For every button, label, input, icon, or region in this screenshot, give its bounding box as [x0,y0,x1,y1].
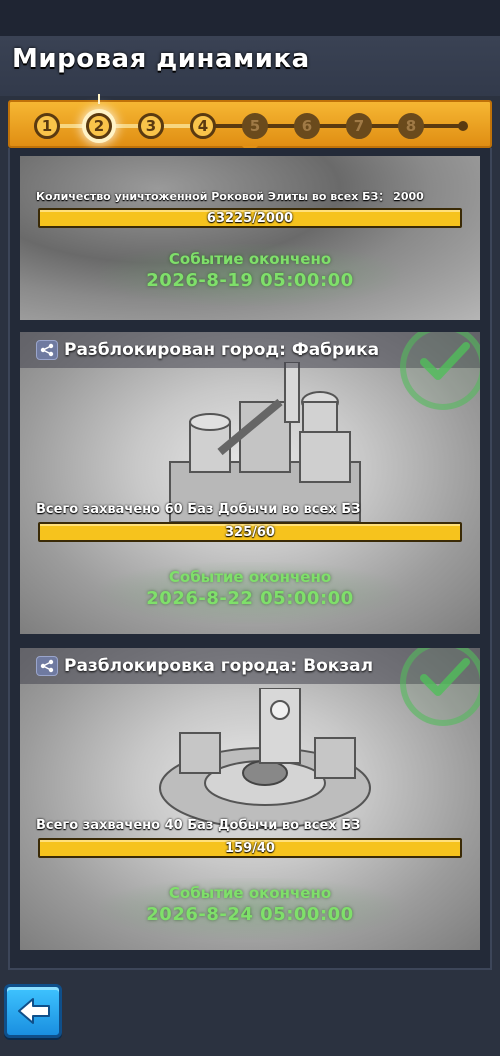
task-description: Всего захвачено 40 Баз Добычи во всех БЗ [36,818,361,833]
stage-step-8[interactable]: 8 [398,113,424,139]
stage-step-6[interactable]: 6 [294,113,320,139]
event-status: Событие окончено [168,884,332,902]
event-status: Событие окончено [168,568,332,586]
stage-track-completed [46,124,210,128]
card-title: Разблокирован город: Фабрика [64,340,380,360]
share-icon[interactable] [36,340,58,360]
stage-step-3[interactable]: 3 [138,113,164,139]
event-card-3: Разблокировка города: Вокзал Всего захва… [20,648,480,950]
task-progress-text: 63225/2000 [206,211,294,226]
task-progress-text: 159/40 [225,841,275,856]
stage-step-5[interactable]: 5 [242,113,268,139]
back-arrow-icon [18,998,50,1024]
event-ended-panel: Событие окончено 2026-8-24 05:00:00 [100,878,400,940]
event-end-date: 2026-8-22 05:00:00 [146,588,354,609]
stage-step-1[interactable]: 1 [34,113,60,139]
event-card-2: Разблокирован город: Фабрика Всего захва… [20,332,480,634]
event-card-1: Количество уничтоженной Роковой Элиты во… [20,156,480,320]
stage-step-2[interactable]: 2 [86,113,112,139]
stage-track-end [458,121,468,131]
event-status: Событие окончено [168,250,332,268]
event-ended-panel: Событие окончено 2026-8-19 05:00:00 [100,244,400,306]
task-progress-bar: 63225/2000 [38,208,462,228]
share-icon[interactable] [36,656,58,676]
stage-step-7[interactable]: 7 [346,113,372,139]
task-description: Количество уничтоженной Роковой Элиты во… [36,190,424,203]
active-step-marker-top [98,94,100,104]
event-end-date: 2026-8-24 05:00:00 [146,904,354,925]
event-ended-panel: Событие окончено 2026-8-22 05:00:00 [100,562,400,624]
back-button[interactable] [4,984,62,1038]
task-progress-text: 325/60 [225,525,275,540]
top-strip [0,0,500,36]
page-title: Мировая динамика [12,44,310,74]
stage-progress-bar: 1 2 3 4 5 6 7 8 [8,94,492,158]
station-building-image [159,688,371,829]
card-title: Разблокировка города: Вокзал [64,656,374,676]
task-progress-bar: 159/40 [38,838,462,858]
task-progress-bar: 325/60 [38,522,462,542]
task-description: Всего захвачено 60 Баз Добычи во всех БЗ [36,502,361,517]
stage-step-4[interactable]: 4 [190,113,216,139]
event-end-date: 2026-8-19 05:00:00 [146,270,354,291]
